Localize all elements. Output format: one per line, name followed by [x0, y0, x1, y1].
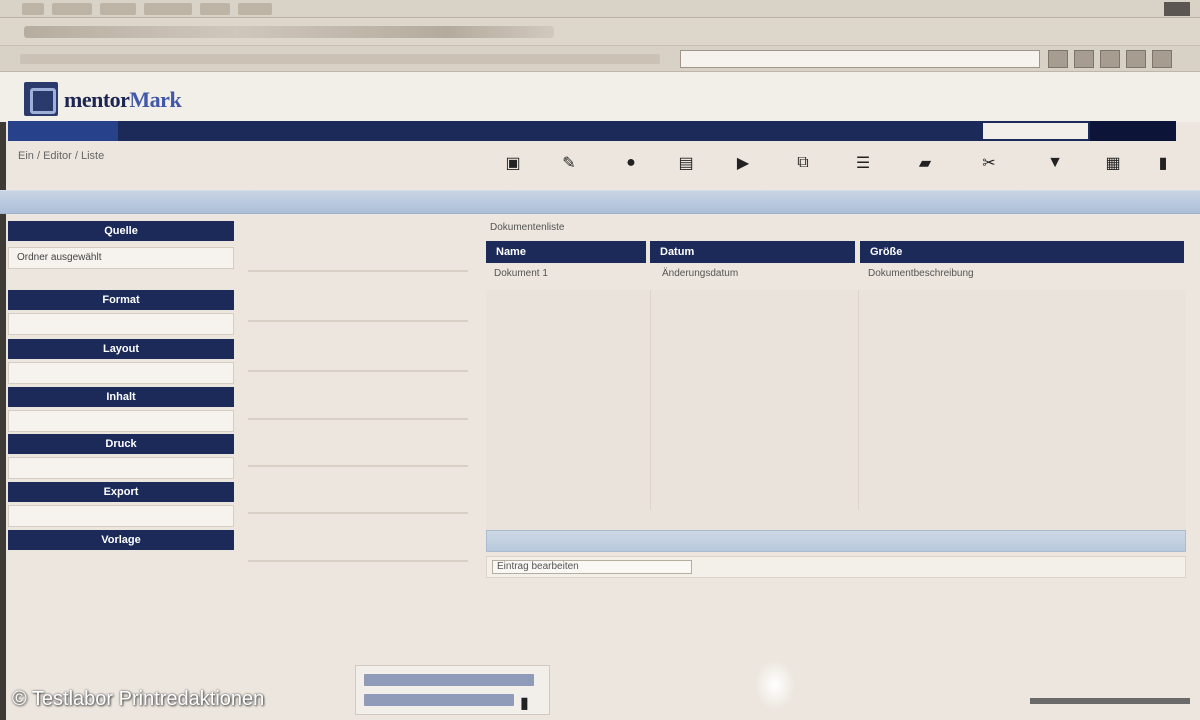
sidebar-panel-export: Export — [8, 482, 234, 502]
site-header: mentorMark — [0, 72, 1200, 122]
table-cell[interactable]: Dokumentbeschreibung — [868, 268, 974, 279]
browser-extra-button[interactable] — [1126, 50, 1146, 68]
section-divider-strip — [0, 190, 1200, 214]
column-header-groesse[interactable]: Größe — [860, 241, 1184, 263]
browser-extra-button[interactable] — [1100, 50, 1120, 68]
browser-extra-button[interactable] — [1152, 50, 1172, 68]
logo-text-accent: Mark — [129, 87, 182, 112]
sidebar-panel-body[interactable] — [8, 505, 234, 527]
copy-icon[interactable]: ⧉ — [792, 150, 814, 176]
main-navbar — [8, 121, 1176, 141]
sidebar-panel-body[interactable] — [8, 313, 234, 335]
print-icon[interactable]: ▼ — [1044, 150, 1066, 176]
sidebar-panel-format: Format — [8, 290, 234, 310]
table-cell[interactable]: Änderungsdatum — [662, 268, 738, 279]
sidebar-panel-title[interactable]: Format — [8, 290, 234, 310]
sidebar-panel-quelle: Quelle — [8, 221, 234, 241]
sidebar-panel-title[interactable]: Layout — [8, 339, 234, 359]
nav-tab[interactable] — [118, 121, 218, 141]
breadcrumb[interactable]: Ein / Editor / Liste — [18, 150, 104, 162]
nav-tab[interactable] — [548, 121, 658, 141]
status-text[interactable]: Eintrag bearbeiten — [492, 560, 692, 574]
sidebar-panel-title[interactable]: Quelle — [8, 221, 234, 241]
table-title: Dokumentenliste — [490, 222, 565, 233]
user-icon[interactable]: ▮ — [520, 693, 529, 713]
logo-text-primary: mentor — [64, 87, 130, 112]
mouse-cursor — [755, 660, 795, 710]
sidebar-panel-body[interactable] — [8, 362, 234, 384]
browser-nav-buttons[interactable] — [24, 26, 554, 38]
links-button[interactable] — [1074, 50, 1094, 68]
image-credit: © Testlabor Printredaktionen — [12, 688, 265, 710]
window-close-button[interactable] — [1164, 2, 1190, 16]
table-footer-strip — [486, 530, 1186, 552]
menu-item[interactable] — [238, 3, 272, 15]
sidebar-panel-body[interactable] — [8, 457, 234, 479]
menu-item[interactable] — [52, 3, 92, 15]
nav-search-button[interactable] — [1090, 121, 1176, 141]
grid-icon[interactable]: ▦ — [1102, 150, 1124, 176]
logo-icon — [24, 82, 58, 116]
sidebar-panel-druck: Druck — [8, 434, 234, 454]
sidebar-panel-layout: Layout — [8, 339, 234, 359]
screenshot-page: mentorMark Ein / Editor / Liste ▣ ✎ ● ▤ … — [0, 0, 1200, 720]
nav-search-field[interactable] — [983, 123, 1088, 139]
browser-menubar — [0, 0, 1200, 18]
sidebar-panel-body[interactable] — [8, 410, 234, 432]
address-input[interactable] — [680, 50, 1040, 68]
menu-item[interactable] — [144, 3, 192, 15]
sidebar-panel-title[interactable]: Export — [8, 482, 234, 502]
trash-icon[interactable]: ▮ — [1152, 150, 1174, 176]
forward-icon[interactable]: ▶ — [732, 150, 754, 176]
menu-item[interactable] — [200, 3, 230, 15]
address-bar-label — [20, 54, 660, 64]
bottom-line-preview[interactable] — [364, 674, 534, 686]
sidebar-panel-title[interactable]: Vorlage — [8, 530, 234, 550]
record-icon[interactable]: ● — [620, 150, 642, 176]
table-body — [486, 290, 1186, 530]
address-bar — [0, 46, 1200, 72]
nav-tab[interactable] — [8, 121, 118, 141]
list-icon[interactable]: ☰ — [852, 150, 874, 176]
menu-item[interactable] — [22, 3, 44, 15]
sidebar-panel-title[interactable]: Druck — [8, 434, 234, 454]
sidebar-panel-vorlage: Vorlage — [8, 530, 234, 550]
column-header-datum[interactable]: Datum — [650, 241, 855, 263]
edit-icon[interactable]: ✎ — [558, 150, 580, 176]
logo[interactable]: mentorMark — [64, 87, 182, 113]
attach-icon[interactable]: ✂ — [978, 150, 1000, 176]
sidebar-panel-inhalt: Inhalt — [8, 387, 234, 407]
table-cell[interactable]: Dokument 1 — [494, 268, 548, 279]
save-icon[interactable]: ▣ — [502, 150, 524, 176]
folder-icon[interactable]: ▰ — [914, 150, 936, 176]
document-icon[interactable]: ▤ — [675, 150, 697, 176]
status-bar-right — [1030, 698, 1190, 704]
menu-item[interactable] — [100, 3, 136, 15]
go-button[interactable] — [1048, 50, 1068, 68]
column-header-name[interactable]: Name — [486, 241, 646, 263]
browser-toolbar — [0, 18, 1200, 46]
bottom-line-print[interactable] — [364, 694, 514, 706]
sidebar-panel-title[interactable]: Inhalt — [8, 387, 234, 407]
sidebar-panel-body[interactable]: Ordner ausgewählt — [8, 247, 234, 269]
